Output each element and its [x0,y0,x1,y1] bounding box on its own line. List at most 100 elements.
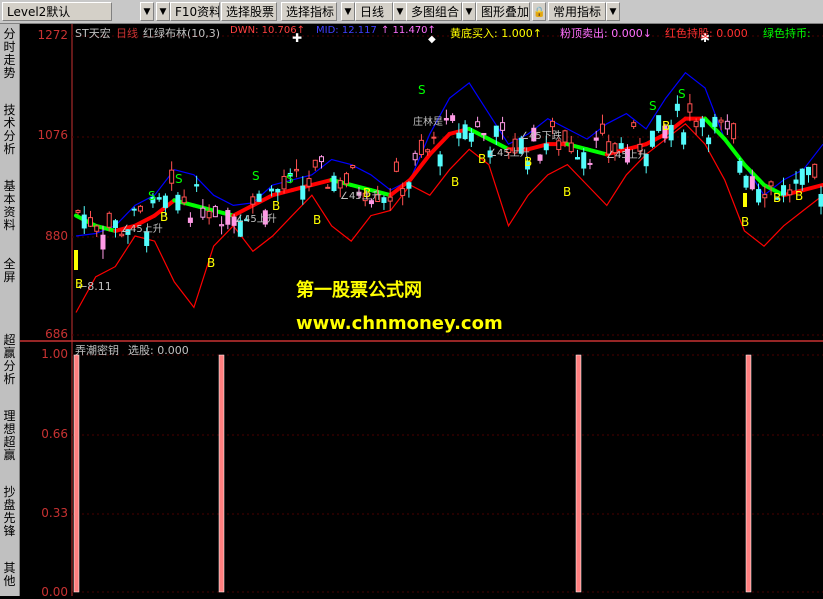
candle-body [250,196,256,205]
candle-body [162,195,168,208]
candle-body [450,115,456,121]
candle-body [337,180,343,189]
candle-body [87,217,93,227]
candle-body [799,168,805,185]
up-value: ↑ 11.470↑ [381,25,436,36]
candle-body [793,179,799,184]
candle-body [762,194,768,199]
candle-body [431,136,437,139]
candle-body [219,224,225,227]
candle-body [112,220,118,228]
candle-body [75,210,81,213]
candle-body [593,137,599,141]
bollinger-bands [74,71,823,313]
middle-band-segment [801,182,823,193]
candle-body [418,139,424,155]
candle-body [500,122,506,131]
buy-mark: B [773,191,781,205]
sell-mark: S [175,172,183,186]
buy-mark: B [313,213,321,227]
watermark-url: www.chnmoney.com [296,313,503,334]
angle-rise-label: ∠45上升 [121,223,163,235]
candle-body [768,181,774,187]
candle-body [331,175,337,192]
candle-body [275,189,281,193]
angle-fall-label: ∠45下跌 [520,129,562,142]
yellow-buy-candle [74,250,78,270]
candle-body [706,137,712,145]
candle-body [568,142,574,153]
candle-body [425,149,431,153]
green-hold-value: 绿色持币: [763,27,811,40]
yellow-buy-candle [743,193,747,207]
candle-body [256,193,262,202]
candle-body [718,119,724,123]
zhuang-label: 庄林是 [413,115,443,128]
candle-body [543,143,549,151]
candle-body [587,162,593,165]
candle-body [787,189,793,196]
candle-body [674,103,680,111]
candle-body [306,178,312,187]
candle-body [468,132,474,142]
candle-body [94,225,100,232]
buy-mark: B [563,185,571,199]
candle-body [406,182,412,189]
candle-body [581,152,587,169]
candle-body [574,157,580,160]
middle-band-segment [624,142,649,152]
candle-body [137,205,143,212]
candle-body [806,166,812,176]
signal-bar [745,354,752,593]
candle-body [749,176,755,190]
candle-body [437,154,443,167]
red-hold-value: 红色持股: 0.000 [665,27,748,40]
buy-mark: B [272,199,280,213]
candle-body [556,140,562,150]
candle-body [781,185,787,196]
candle-body [462,124,468,140]
candle-body [687,103,693,113]
yellow-buy-value: 黄底买入: 1.000↑ [450,27,542,40]
candle-body [537,154,543,161]
candle-body [631,122,637,127]
candle-body [493,125,499,137]
indicator-name: 红绿布林(10,3) [143,27,221,40]
mid-value: MID: 12.117 [316,25,377,36]
candle-body [131,208,137,211]
angle-rise-label: ∠45上升 [235,213,277,225]
sell-mark: S [678,87,686,101]
candle-body [212,206,218,218]
dwn-value: DWN: 10.706↑ [230,25,305,36]
buy-mark: B [207,256,215,270]
candle-body [81,214,87,229]
candle-body [475,121,481,128]
candlesticks [74,93,823,270]
candle-body [156,197,162,200]
candle-body [169,169,175,184]
sell-mark: S [649,99,657,113]
buy-mark: B [741,215,749,229]
candle-body [175,194,181,211]
candle-body [400,188,406,196]
candle-body [599,123,605,134]
candle-body [106,212,112,228]
candle-body [724,120,730,130]
buy-mark: B [795,189,803,203]
buy-mark: B [160,210,168,224]
candle-body [712,116,718,127]
sell-mark: S [286,172,294,186]
candle-body [699,118,705,128]
middle-band-segment [722,137,747,167]
candle-body [100,234,106,250]
candle-body [312,159,318,168]
candle-body [319,156,325,163]
buy-mark: B [451,175,459,189]
signal-bar [73,354,80,593]
candle-body [269,188,275,192]
pink-sell-value: 粉顶卖出: 0.000↓ [560,27,652,40]
candle-body [387,196,393,202]
angle-rise-label: ∠45上升 [606,149,648,161]
candle-body [350,165,356,169]
sell-mark: S [148,189,156,203]
